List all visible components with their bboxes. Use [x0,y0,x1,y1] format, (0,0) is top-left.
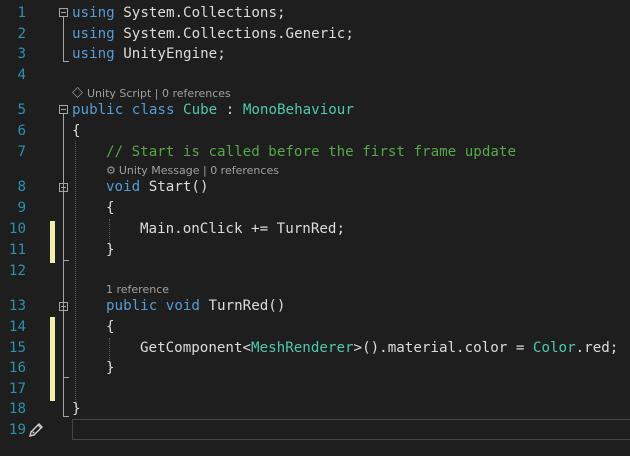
line-number: 13 [8,298,26,314]
code-line-7[interactable]: // Start is called before the first fram… [106,142,516,163]
code-line-10[interactable]: Main.onClick += TurnRed; [140,219,345,240]
code-line-14[interactable]: { [106,317,115,338]
gear-icon: ⚙ [106,164,116,177]
current-line-highlight[interactable] [72,419,630,440]
line-number: 2 [17,26,26,42]
line-number: 19 [8,422,26,438]
outline-line [63,114,64,416]
outline-line [63,17,64,61]
change-indicator [50,317,55,401]
outline-end [63,416,69,417]
line-number: 1 [17,5,26,21]
line-number: 11 [8,242,26,258]
line-number: 7 [17,144,26,160]
line-number: 17 [8,381,26,397]
outline-end [63,377,69,378]
line-number: 3 [17,46,26,62]
code-line-16[interactable]: } [106,358,115,379]
code-line-15[interactable]: GetComponent<MeshRenderer>().material.co… [140,338,618,359]
code-line-11[interactable]: } [106,240,115,261]
code-line-8[interactable]: void Start() [106,177,209,198]
line-number: 12 [8,263,26,279]
line-number: 8 [17,179,26,195]
pencil-edit-icon[interactable] [27,421,45,439]
code-line-9[interactable]: { [106,198,115,219]
code-line-18[interactable]: } [72,399,81,420]
code-line-3[interactable]: using UnityEngine; [72,44,226,65]
line-number: 18 [8,401,26,417]
line-number: 10 [8,221,26,237]
fold-collapse-icon[interactable] [59,183,68,192]
fold-collapse-icon[interactable] [59,302,68,311]
line-number: 6 [17,123,26,139]
fold-collapse-icon[interactable] [59,8,68,17]
line-number: 9 [17,200,26,216]
outline-end [63,260,69,261]
line-number: 14 [8,319,26,335]
indent-guide [75,141,76,406]
line-number: 15 [8,340,26,356]
code-line-13[interactable]: public void TurnRed() [106,296,285,317]
fold-collapse-icon[interactable] [59,105,68,114]
code-line-5[interactable]: public class Cube : MonoBehaviour [72,100,354,121]
line-number: 4 [17,67,26,83]
code-line-1[interactable]: using System.Collections; [72,3,286,24]
line-number: 16 [8,360,26,376]
line-number: 5 [17,102,26,118]
code-editor[interactable]: 1 2 3 4 5 6 7 8 9 10 11 12 13 14 15 16 17 18 19 using Syst… [0,0,630,456]
code-line-2[interactable]: using System.Collections.Generic; [72,24,354,45]
outline-end [63,61,69,62]
change-indicator [50,221,55,263]
unity-cube-icon [72,87,83,98]
code-line-6[interactable]: { [72,121,81,142]
